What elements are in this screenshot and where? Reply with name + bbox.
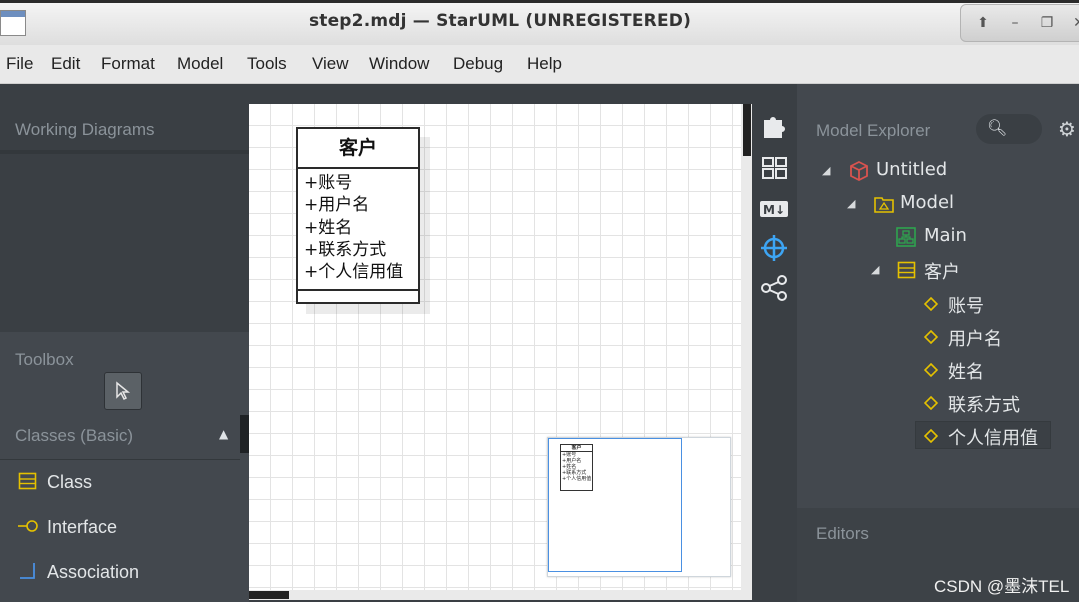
model-explorer-title: Model Explorer — [816, 121, 931, 140]
canvas-horizontal-scrollbar[interactable] — [249, 590, 741, 600]
close-button[interactable]: ✕ — [1069, 13, 1079, 33]
uml-attribute[interactable]: +账号 — [304, 172, 352, 194]
tree-expand-arrow-icon[interactable]: ◢ — [847, 197, 855, 210]
minimap-attribute: +个人信用值 — [562, 476, 592, 482]
classes-section-label: Classes (Basic) — [15, 426, 134, 445]
menu-format[interactable]: Format — [101, 54, 155, 74]
tree-item-model[interactable]: ◢ Model — [845, 190, 1070, 218]
uml-operations-compartment — [298, 289, 418, 291]
tool-association[interactable]: Association — [0, 551, 240, 593]
up-arrow-icon[interactable]: ⬆ — [973, 13, 993, 33]
editors-title: Editors — [816, 524, 869, 543]
model-package-icon — [874, 197, 894, 213]
tree-item-label: Untitled — [876, 159, 948, 180]
class-icon — [18, 472, 37, 490]
menu-window[interactable]: Window — [369, 54, 429, 74]
cursor-arrow-icon — [116, 381, 131, 401]
window-title: step2.mdj — StarUML (UNREGISTERED) — [308, 11, 692, 31]
menu-tools[interactable]: Tools — [247, 54, 287, 74]
tree-item-label: 客户 — [924, 262, 960, 283]
tool-class-label: Class — [47, 472, 93, 492]
tree-expand-arrow-icon[interactable]: ◢ — [822, 164, 830, 177]
tool-class[interactable]: Class — [0, 461, 240, 503]
attribute-icon — [924, 330, 938, 344]
attribute-icon — [924, 429, 938, 443]
project-cube-icon — [850, 160, 868, 182]
panel-divider — [0, 150, 249, 154]
tree-item-attribute[interactable]: 用户名 — [920, 323, 1070, 351]
tree-item-class[interactable]: ◢ 客户 — [869, 256, 1070, 284]
uml-class-name[interactable]: 客户 — [298, 129, 418, 169]
gear-icon[interactable]: ⚙ — [1058, 117, 1076, 141]
menu-file[interactable]: File — [6, 54, 33, 74]
canvas-vertical-scrollbar[interactable] — [741, 104, 752, 600]
explorer-search-field[interactable] — [976, 114, 1042, 144]
minimize-button[interactable]: – — [1005, 13, 1025, 33]
menu-help[interactable]: Help — [527, 54, 562, 74]
watermark: CSDN @墨沫TEL — [934, 577, 1070, 596]
tree-item-attribute[interactable]: 姓名 — [920, 356, 1070, 384]
canvas-horizontal-scroll-thumb[interactable] — [249, 591, 289, 599]
diagram-icon — [896, 227, 916, 247]
maximize-button[interactable]: ❐ — [1037, 13, 1057, 33]
tree-item-attribute-selected[interactable]: 个人信用值 — [920, 422, 1070, 450]
menu-view[interactable]: View — [312, 54, 349, 74]
attribute-icon — [924, 297, 938, 311]
crosshair-target-icon[interactable] — [758, 232, 790, 264]
tree-item-label: Model — [900, 192, 955, 213]
association-icon — [20, 563, 35, 579]
svg-text:M↓: M↓ — [763, 203, 785, 217]
minimap-class-name: 客户 — [561, 445, 592, 452]
toolbox-title: Toolbox — [15, 350, 74, 369]
tree-item-label: 联系方式 — [948, 395, 1020, 416]
tree-item-label: 用户名 — [948, 329, 1002, 350]
tree-item-label: 姓名 — [948, 362, 984, 383]
canvas-top-margin — [249, 84, 749, 104]
attribute-icon — [924, 396, 938, 410]
collapse-caret-icon[interactable]: ▲ — [219, 427, 228, 441]
class-icon — [897, 261, 916, 279]
uml-class-box[interactable]: 客户 +账号 +用户名 +姓名 +联系方式 +个人信用值 — [296, 127, 420, 304]
uml-attribute[interactable]: +个人信用值 — [304, 261, 403, 283]
menu-edit[interactable]: Edit — [51, 54, 80, 74]
layout-grid-icon[interactable] — [758, 152, 790, 184]
window-controls: ⬆ – ❐ ✕ — [960, 4, 1079, 42]
tree-item-label: Main — [924, 225, 967, 246]
tree-item-attribute[interactable]: 账号 — [920, 290, 1070, 318]
share-nodes-icon[interactable] — [758, 272, 790, 304]
search-icon[interactable]: 🔍︎ — [987, 118, 1007, 137]
tree-item-diagram[interactable]: Main — [893, 223, 1070, 251]
working-diagrams-title: Working Diagrams — [15, 120, 155, 139]
minimap-class-thumbnail: 客户 +账号 +用户名 +姓名 +联系方式 +个人信用值 — [560, 444, 593, 491]
tool-association-label: Association — [47, 562, 140, 582]
toolbox-scrollbar[interactable] — [240, 415, 249, 453]
tool-interface[interactable]: Interface — [0, 506, 240, 548]
uml-attribute[interactable]: +联系方式 — [304, 239, 386, 261]
attribute-icon — [924, 363, 938, 377]
tree-expand-arrow-icon[interactable]: ◢ — [871, 263, 879, 276]
uml-attribute[interactable]: +用户名 — [304, 194, 369, 216]
interface-icon — [18, 520, 38, 532]
tree-item-label: 个人信用值 — [948, 428, 1038, 449]
tree-item-label: 账号 — [948, 296, 984, 317]
menu-model[interactable]: Model — [177, 54, 223, 74]
tree-item-attribute[interactable]: 联系方式 — [920, 389, 1070, 417]
pointer-tool-button[interactable] — [104, 372, 142, 410]
canvas-vertical-scroll-thumb[interactable] — [743, 104, 751, 156]
uml-attribute[interactable]: +姓名 — [304, 217, 352, 239]
extensions-puzzle-icon[interactable] — [758, 110, 790, 142]
tool-interface-label: Interface — [47, 517, 118, 537]
working-diagrams-panel: Working Diagrams — [0, 84, 249, 332]
markdown-icon[interactable]: M↓ — [758, 193, 790, 225]
menu-debug[interactable]: Debug — [453, 54, 503, 74]
menu-bar: File Edit Format Model Tools View Window… — [0, 45, 1079, 84]
tree-item-project[interactable]: ◢ Untitled — [820, 157, 1070, 185]
